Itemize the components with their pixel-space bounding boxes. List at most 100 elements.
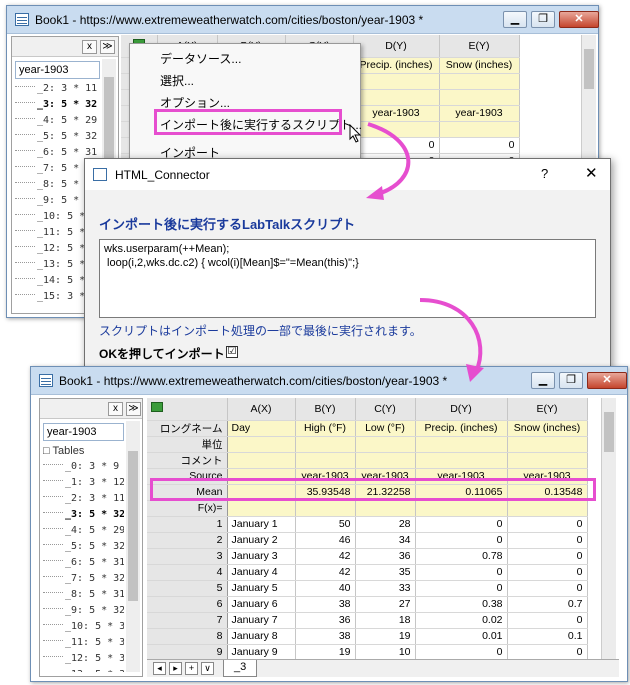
scroll-thumb[interactable] (128, 451, 138, 601)
data-cell[interactable]: 0 (415, 532, 508, 549)
label-cell[interactable] (353, 121, 440, 138)
explorer-folder[interactable]: year-1903 (15, 61, 100, 79)
explorer-item[interactable]: _3: 5 * 32 (43, 507, 124, 523)
row-number[interactable]: 8 (147, 628, 228, 645)
label-cell[interactable] (295, 436, 356, 453)
bottom-window-titlebar[interactable]: Book1 - https://www.extremeweatherwatch.… (31, 367, 627, 395)
label-cell[interactable] (227, 436, 296, 453)
explorer-item[interactable]: _11: 5 * 31 (43, 635, 124, 651)
row-number[interactable]: 9 (147, 644, 228, 660)
column-header[interactable]: E(Y) (439, 35, 520, 58)
data-cell[interactable]: 0.01 (415, 628, 508, 645)
label-cell[interactable] (507, 436, 588, 453)
row-label[interactable]: ロングネーム (147, 420, 228, 437)
explorer-folder[interactable]: year-1903 (43, 423, 124, 441)
label-cell[interactable]: Precip. (inches) (415, 420, 508, 437)
label-cell[interactable]: Precip. (inches) (353, 57, 440, 74)
data-cell[interactable]: 36 (295, 612, 356, 629)
help-button[interactable]: ? (541, 166, 548, 181)
data-cell[interactable]: 34 (355, 532, 416, 549)
explorer-item[interactable]: _1: 3 * 12 (43, 475, 124, 491)
data-cell[interactable]: January 2 (227, 532, 296, 549)
label-cell[interactable] (415, 500, 508, 517)
restore-button[interactable]: ❐ (559, 372, 583, 389)
label-cell[interactable]: Snow (inches) (507, 420, 588, 437)
explorer-item[interactable]: _2: 3 * 11 (15, 81, 100, 97)
explorer-item[interactable]: _4: 5 * 29 (15, 113, 100, 129)
explorer-item[interactable]: _12: 5 * 32 (43, 651, 124, 667)
data-cell[interactable]: 0.78 (415, 548, 508, 565)
explorer-close-button[interactable]: x (82, 40, 97, 54)
data-cell[interactable]: 0.02 (415, 612, 508, 629)
dialog-titlebar[interactable]: HTML_Connector ? ✕ (85, 159, 610, 190)
close-button[interactable]: ✕ (587, 372, 627, 389)
data-cell[interactable]: 0 (507, 548, 588, 565)
row-label[interactable]: コメント (147, 452, 228, 469)
top-window-titlebar[interactable]: Book1 - https://www.extremeweatherwatch.… (7, 6, 599, 34)
data-cell[interactable]: 0 (415, 644, 508, 660)
label-cell[interactable] (415, 452, 508, 469)
row-number[interactable]: 1 (147, 516, 228, 533)
explorer-item[interactable]: _13: 5 * 31 (43, 667, 124, 672)
data-cell[interactable]: January 3 (227, 548, 296, 565)
column-header[interactable]: D(Y) (415, 398, 508, 421)
scroll-thumb[interactable] (604, 412, 614, 452)
bottom-grid-scrollbar[interactable] (601, 398, 616, 660)
row-number[interactable]: 6 (147, 596, 228, 613)
data-cell[interactable]: 42 (295, 564, 356, 581)
label-cell[interactable]: Day (227, 420, 296, 437)
ok-import-checkbox[interactable]: ☑ (226, 346, 238, 358)
menu-item-select[interactable]: 選択... (160, 72, 194, 89)
data-cell[interactable]: 0.38 (415, 596, 508, 613)
minimize-button[interactable]: ▁ (531, 372, 555, 389)
data-cell[interactable]: 38 (295, 628, 356, 645)
dialog-close-button[interactable]: ✕ (585, 164, 598, 182)
sheet-tab-3[interactable]: _3 (223, 660, 258, 677)
folder-collapse-icon[interactable]: □ (43, 445, 53, 457)
data-cell[interactable]: 19 (295, 644, 356, 660)
explorer-close-button[interactable]: x (108, 402, 123, 416)
label-cell[interactable]: High (°F) (295, 420, 356, 437)
label-cell[interactable] (439, 121, 520, 138)
column-header[interactable]: D(Y) (353, 35, 440, 58)
label-cell[interactable] (507, 500, 588, 517)
column-header[interactable]: A(X) (227, 398, 296, 421)
explorer-item[interactable]: _2: 3 * 11 (43, 491, 124, 507)
label-cell[interactable] (353, 73, 440, 90)
row-number[interactable]: 3 (147, 548, 228, 565)
data-cell[interactable]: 0 (507, 532, 588, 549)
data-cell[interactable]: 19 (355, 628, 416, 645)
data-cell[interactable]: 27 (355, 596, 416, 613)
row-number[interactable]: 5 (147, 580, 228, 597)
label-cell[interactable] (353, 89, 440, 106)
data-cell[interactable]: 42 (295, 548, 356, 565)
data-cell[interactable]: 0 (507, 516, 588, 533)
label-cell[interactable] (355, 500, 416, 517)
data-cell[interactable]: 28 (355, 516, 416, 533)
data-cell[interactable]: 0 (415, 516, 508, 533)
label-cell[interactable]: Snow (inches) (439, 57, 520, 74)
data-cell[interactable]: January 1 (227, 516, 296, 533)
menu-item-data-source[interactable]: データソース... (160, 50, 241, 67)
explorer-item[interactable]: _0: 3 * 9 (43, 459, 124, 475)
sheet-prev-button[interactable]: ◂ (153, 662, 166, 675)
script-textarea[interactable]: wks.userparam(++Mean); loop(i,2,wks.dc.c… (99, 239, 596, 318)
explorer-expand-button[interactable]: ≫ (100, 40, 115, 54)
label-cell[interactable] (295, 452, 356, 469)
scroll-thumb[interactable] (584, 49, 594, 89)
explorer-item[interactable]: _5: 5 * 32 (43, 539, 124, 555)
row-label[interactable]: 単位 (147, 436, 228, 453)
data-cell[interactable]: January 4 (227, 564, 296, 581)
data-cell[interactable]: 18 (355, 612, 416, 629)
label-cell[interactable] (355, 436, 416, 453)
label-cell[interactable] (227, 500, 296, 517)
data-cell[interactable]: 0 (507, 580, 588, 597)
data-cell[interactable]: 10 (355, 644, 416, 660)
data-cell[interactable]: 0 (353, 137, 440, 154)
data-cell[interactable]: 0 (415, 580, 508, 597)
data-cell[interactable]: 0.7 (507, 596, 588, 613)
column-header[interactable]: B(Y) (295, 398, 356, 421)
explorer-item[interactable]: _3: 5 * 32 (15, 97, 100, 113)
data-cell[interactable]: 0 (507, 644, 588, 660)
data-cell[interactable]: 33 (355, 580, 416, 597)
